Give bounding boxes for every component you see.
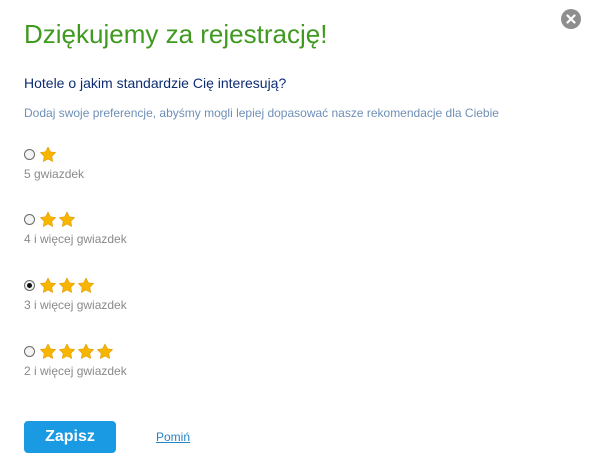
option-label: 4 i więcej gwiazdek [24,232,127,246]
star-rating [39,211,77,228]
star-icon [59,211,75,227]
star-icon [40,146,56,162]
star-rating [39,277,96,294]
close-icon [566,14,576,24]
dialog-title: Dziękujemy za rejestrację! [24,19,328,49]
standard-question: Hotele o jakim standardzie Cię interesuj… [24,75,287,91]
radio-button[interactable] [24,213,35,225]
save-button[interactable]: Zapisz [24,421,116,453]
star-icon [40,211,56,227]
preferences-hint: Dodaj swoje preferencje, abyśmy mogli le… [24,106,499,120]
star-icon [78,277,94,293]
star-icon [40,277,56,293]
star-icon [59,343,75,359]
radio-button[interactable] [24,345,35,357]
radio-button[interactable] [24,279,35,291]
radio-button[interactable] [24,148,35,160]
option-label: 3 i więcej gwiazdek [24,298,127,312]
option-label: 5 gwiazdek [24,167,85,181]
star-icon [40,343,56,359]
star-icon [97,343,113,359]
rating-option-2-stars[interactable]: 4 i więcej gwiazdek [24,209,127,246]
star-rating [39,146,58,163]
rating-option-4-stars[interactable]: 2 i więcej gwiazdek [24,341,127,378]
skip-link[interactable]: Pomiń [156,430,190,444]
star-icon [78,343,94,359]
rating-option-3-stars[interactable]: 3 i więcej gwiazdek [24,275,127,312]
close-button[interactable] [561,9,581,29]
option-label: 2 i więcej gwiazdek [24,364,127,378]
star-rating [39,343,115,360]
star-icon [59,277,75,293]
rating-option-1-star[interactable]: 5 gwiazdek [24,144,84,181]
